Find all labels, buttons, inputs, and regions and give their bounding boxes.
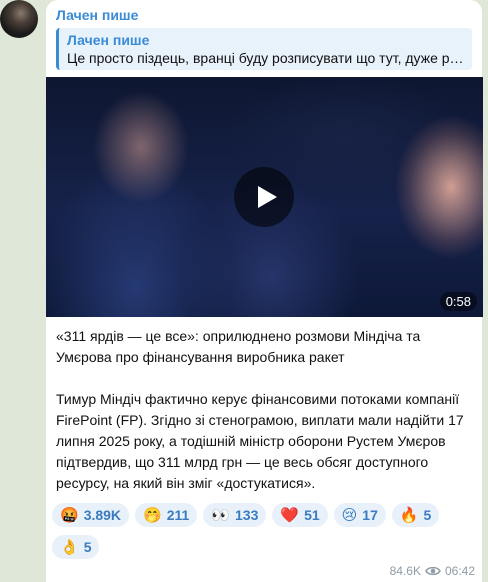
message-meta: 84.6K 06:42 [390,564,475,578]
message-time: 06:42 [444,564,475,578]
video-duration: 0:58 [439,292,477,311]
reaction-count: 5 [83,539,92,555]
video-preview[interactable]: 0:58 [46,77,483,317]
play-button[interactable] [234,167,294,227]
view-count: 84.6K [389,564,421,578]
message-text: «311 ярдів — це все»: оприлюднено розмов… [56,326,474,494]
sender-name[interactable]: Лачен пише [56,7,138,23]
reaction-chip[interactable]: 🤬 3.89K [52,503,130,527]
reaction-chip[interactable]: 🤭 211 [135,503,198,527]
reaction-count: 17 [362,507,378,523]
reactions-bar: 🤬 3.89K 🤭 211 👀 133 ❤️ 51 😢 17 🔥 5 👌 5 [52,503,472,559]
crying-face-icon: 😢 [341,506,358,524]
reaction-chip[interactable]: 🔥 5 [391,503,440,527]
reaction-count: 3.89K [83,507,122,523]
reaction-count: 51 [304,507,320,523]
angry-face-icon: 🤬 [60,506,79,524]
ok-hand-icon: 👌 [60,538,79,556]
reply-quote[interactable]: Лачен пише Це просто піздець, вранці буд… [56,28,472,70]
reply-author: Лачен пише [67,32,150,48]
reply-text: Це просто піздець, вранці буду розписува… [67,50,464,66]
reaction-count: 133 [235,507,259,523]
reaction-chip[interactable]: 😢 17 [333,503,386,527]
message-body: Тимур Міндіч фактично керує фінансовими … [56,391,464,491]
reaction-count: 211 [166,507,190,523]
reaction-chip[interactable]: ❤️ 51 [272,503,328,527]
message-headline: «311 ярдів — це все»: оприлюднено розмов… [56,328,421,365]
message-bubble: Лачен пише Лачен пише Це просто піздець,… [46,0,483,582]
reaction-chip[interactable]: 👌 5 [52,535,100,559]
eyes-icon: 👀 [211,506,231,524]
hand-over-mouth-icon: 🤭 [143,506,162,524]
reaction-chip[interactable]: 👀 133 [203,503,267,527]
fire-icon: 🔥 [399,506,419,524]
channel-avatar[interactable] [0,0,38,38]
eye-icon [425,566,441,576]
reaction-count: 5 [423,507,432,523]
heart-icon: ❤️ [280,506,300,524]
play-icon [257,186,277,208]
